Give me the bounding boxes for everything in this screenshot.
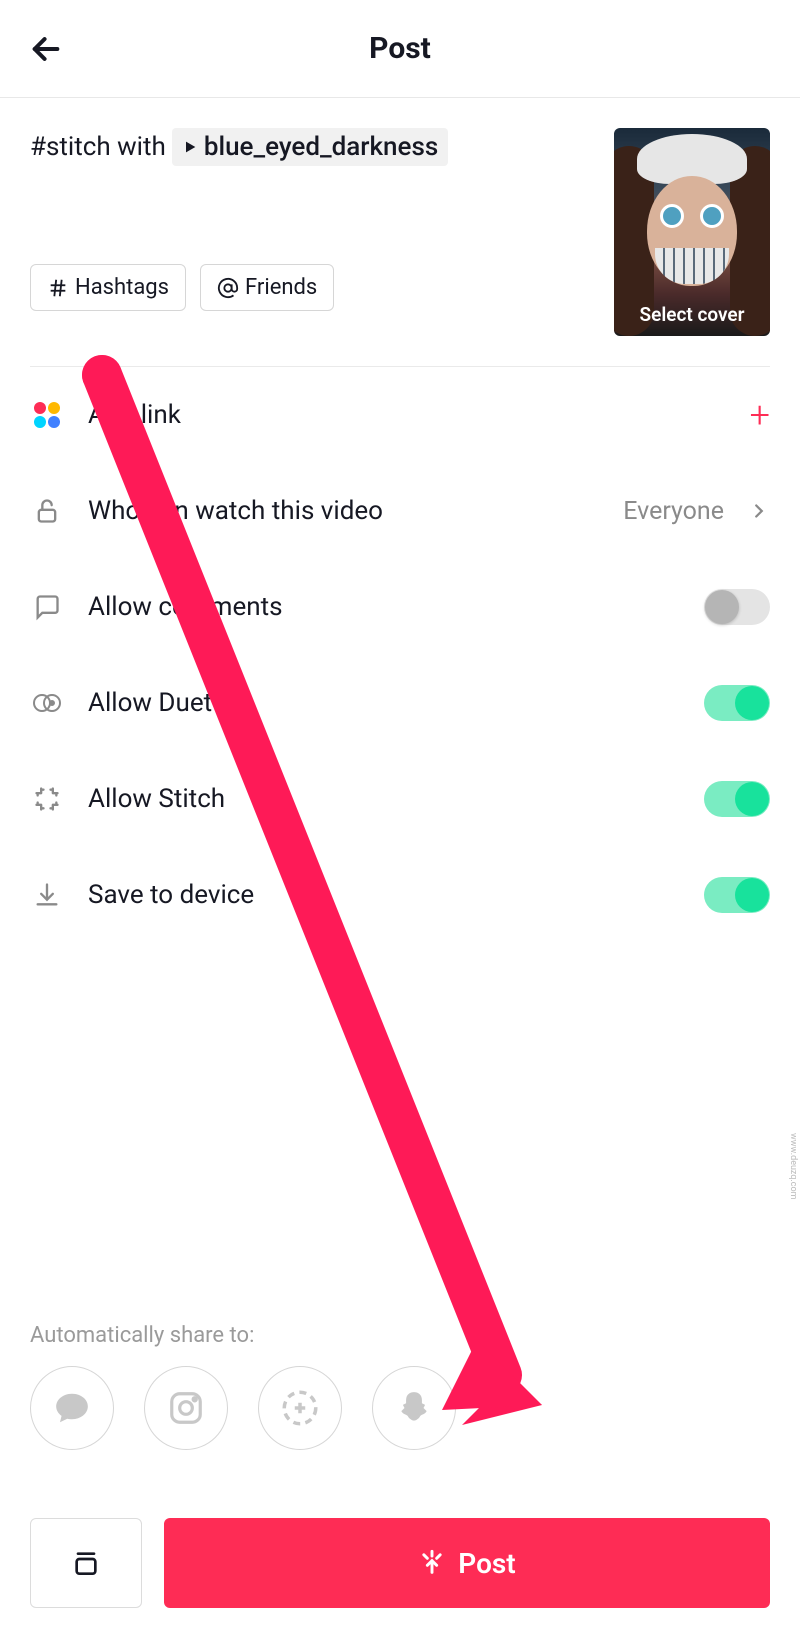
comments-label: Allow comments xyxy=(88,592,680,622)
stitch-icon xyxy=(30,782,64,816)
save-toggle[interactable] xyxy=(704,877,770,913)
privacy-row[interactable]: Who can watch this video Everyone xyxy=(30,463,770,559)
comment-icon xyxy=(30,590,64,624)
drafts-button[interactable] xyxy=(30,1518,142,1608)
duet-label: Allow Duet xyxy=(88,688,680,718)
plus-icon: + xyxy=(750,394,770,436)
allow-comments-row: Allow comments xyxy=(30,559,770,655)
mention-name: blue_eyed_darkness xyxy=(204,132,438,162)
link-apps-icon xyxy=(30,398,64,432)
share-snapchat[interactable] xyxy=(372,1366,456,1450)
back-button[interactable] xyxy=(24,27,68,71)
select-cover-label: Select cover xyxy=(614,303,770,326)
options-list: Add link + Who can watch this video Ever… xyxy=(0,367,800,943)
stitch-label: Allow Stitch xyxy=(88,784,680,814)
download-icon xyxy=(30,878,64,912)
chevron-right-icon xyxy=(748,500,770,522)
bottom-bar: Post xyxy=(30,1518,770,1608)
drafts-icon xyxy=(70,1547,102,1579)
comments-toggle[interactable] xyxy=(704,589,770,625)
chat-bubble-icon xyxy=(53,1389,91,1427)
hashtag-icon xyxy=(47,277,69,299)
share-section: Automatically share to: xyxy=(30,1323,770,1450)
add-link-label: Add link xyxy=(88,400,726,430)
share-label: Automatically share to: xyxy=(30,1323,770,1348)
caption-area: #stitch with blue_eyed_darkness Hashtags… xyxy=(0,98,800,366)
sparkle-icon xyxy=(418,1549,446,1577)
hashtags-button[interactable]: Hashtags xyxy=(30,264,186,311)
save-device-row: Save to device xyxy=(30,847,770,943)
friends-button[interactable]: Friends xyxy=(200,264,334,311)
cover-thumbnail[interactable]: Select cover xyxy=(614,128,770,336)
share-instagram[interactable] xyxy=(144,1366,228,1450)
duet-icon xyxy=(30,686,64,720)
page-title: Post xyxy=(369,31,431,66)
lock-icon xyxy=(30,494,64,528)
hashtags-label: Hashtags xyxy=(75,275,169,300)
header: Post xyxy=(0,0,800,98)
post-button-label: Post xyxy=(458,1547,515,1580)
post-button[interactable]: Post xyxy=(164,1518,770,1608)
privacy-label: Who can watch this video xyxy=(88,496,599,526)
save-label: Save to device xyxy=(88,880,680,910)
watermark: www.deuzq.com xyxy=(788,1133,798,1200)
share-messages[interactable] xyxy=(30,1366,114,1450)
instagram-icon xyxy=(167,1389,205,1427)
stories-icon xyxy=(279,1387,321,1429)
share-stories[interactable] xyxy=(258,1366,342,1450)
arrow-left-icon xyxy=(29,32,63,66)
snapchat-icon xyxy=(395,1389,433,1427)
play-icon xyxy=(182,139,198,155)
stitch-toggle[interactable] xyxy=(704,781,770,817)
caption-input[interactable]: #stitch with blue_eyed_darkness xyxy=(30,128,594,166)
duet-toggle[interactable] xyxy=(704,685,770,721)
allow-duet-row: Allow Duet xyxy=(30,655,770,751)
at-icon xyxy=(217,277,239,299)
caption-prefix: #stitch with xyxy=(30,132,166,162)
friends-label: Friends xyxy=(245,275,317,300)
add-link-row[interactable]: Add link + xyxy=(30,367,770,463)
mention-chip[interactable]: blue_eyed_darkness xyxy=(172,128,448,166)
allow-stitch-row: Allow Stitch xyxy=(30,751,770,847)
privacy-value: Everyone xyxy=(623,497,724,526)
